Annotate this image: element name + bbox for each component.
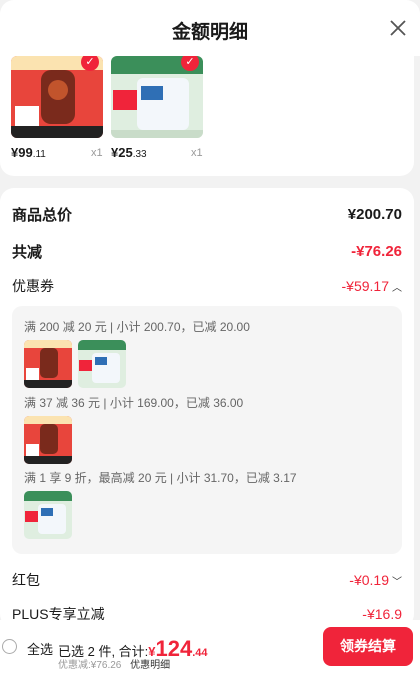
goods-total-value: ¥200.70 (347, 206, 402, 223)
product-qty: x1 (91, 147, 103, 159)
product-thumbnail (78, 340, 126, 388)
total-reduce-row: 共减 -¥76.26 (12, 241, 402, 262)
coupon-rule: 满 37 减 36 元 | 小计 169.00，已减 36.00 (24, 396, 244, 410)
coupon-rule: 满 200 减 20 元 | 小计 200.70，已减 20.00 (24, 320, 250, 334)
goods-total-label: 商品总价 (12, 207, 73, 224)
checkout-button[interactable]: 领券结算 (323, 627, 413, 666)
discount-summary: 优惠减:¥76.26 (58, 660, 122, 671)
product-qty: x1 (191, 147, 203, 159)
product-price: ¥25 (111, 145, 133, 160)
product-price: ¥99 (11, 145, 33, 160)
product-image: ✓ (111, 56, 203, 138)
chevron-up-icon: ︿ (392, 283, 402, 294)
coupon-value: -¥59.17 (341, 278, 389, 294)
total-amount-decimal: .44 (192, 647, 208, 659)
total-reduce-label: 共减 (12, 244, 43, 261)
select-all-label[interactable]: 全选 (27, 639, 53, 658)
coupon-rule: 满 1 享 9 折，最高减 20 元 | 小计 31.70，已减 3.17 (24, 471, 297, 485)
amount-detail-card: 商品总价 ¥200.70 共减 -¥76.26 优惠券 -¥59.17 ︿ 满 2… (0, 188, 414, 628)
product-thumbnail (24, 491, 72, 539)
product-price-decimal: .33 (132, 149, 147, 160)
product-thumbnail (24, 416, 72, 464)
checkout-bar: 全选 已选 2 件, 合计: ¥ 124 .44 优惠减:¥76.26 优惠明细… (0, 620, 420, 677)
coupon-label: 优惠券 (12, 278, 54, 294)
coupon-detail-box: 满 200 减 20 元 | 小计 200.70，已减 20.00 满 37 减… (12, 306, 402, 554)
modal-title: 金额明细 (171, 22, 248, 43)
hongbao-value: -¥0.19 (349, 572, 389, 588)
chevron-down-icon: ﹀ (392, 577, 402, 588)
product-item[interactable]: ✓ ¥25.33 x1 (111, 56, 203, 160)
hongbao-row[interactable]: 红包 -¥0.19 ﹀ (12, 570, 402, 590)
hongbao-label: 红包 (12, 572, 40, 588)
coupon-row[interactable]: 优惠券 -¥59.17 ︿ (12, 276, 402, 296)
modal-header: 金额明细 (0, 0, 420, 56)
product-image: ✓ (11, 56, 103, 138)
goods-total-row: 商品总价 ¥200.70 (12, 204, 402, 225)
total-reduce-value: -¥76.26 (351, 243, 402, 260)
select-all-radio[interactable] (2, 639, 17, 654)
product-item[interactable]: ✓ ¥99.11 x1 (11, 56, 103, 160)
product-list: ✓ ¥99.11 x1 ✓ ¥25.33 x1 (0, 56, 414, 176)
product-thumbnail (24, 340, 72, 388)
discount-detail-link[interactable]: 优惠明细 (130, 660, 170, 671)
close-icon[interactable] (388, 18, 408, 38)
product-price-decimal: .11 (32, 149, 46, 160)
